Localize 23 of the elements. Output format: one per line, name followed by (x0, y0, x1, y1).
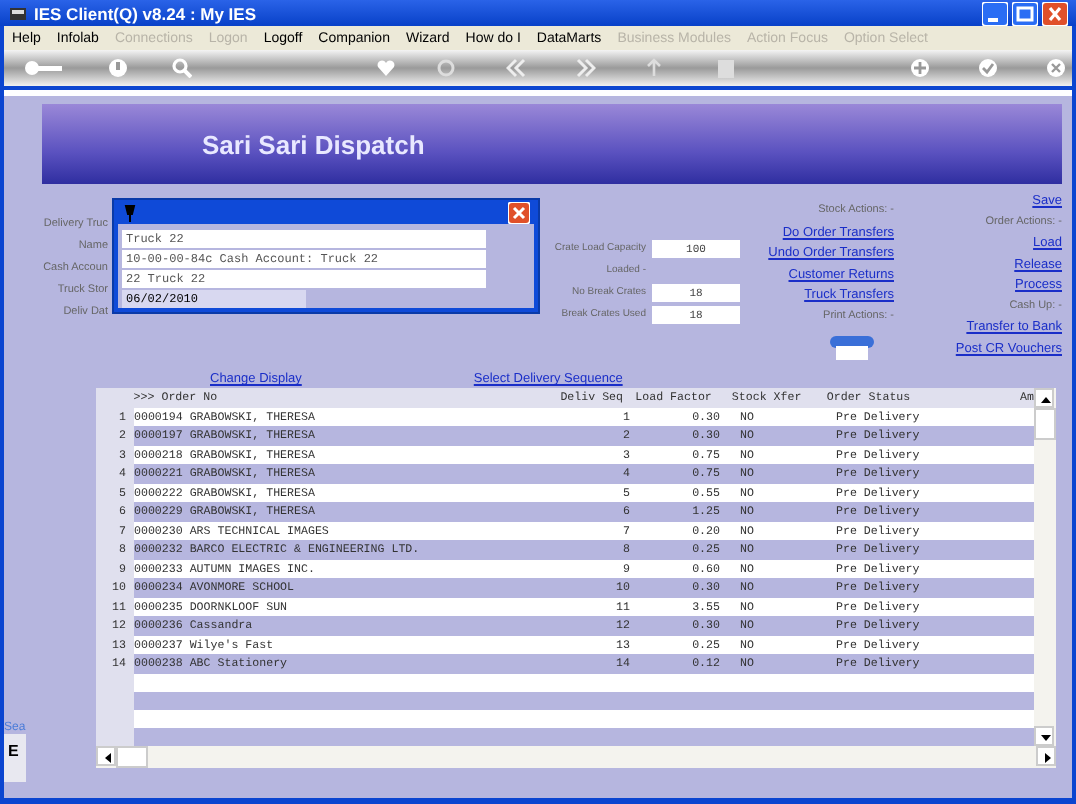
heart-icon[interactable] (376, 58, 396, 78)
close-button[interactable] (508, 201, 530, 223)
plus-icon[interactable] (910, 58, 930, 78)
fast-forward-icon[interactable] (576, 58, 596, 78)
printer-icon[interactable] (826, 332, 878, 360)
check-icon[interactable] (978, 58, 998, 78)
up-arrow-icon[interactable] (646, 58, 662, 78)
maximize-button[interactable] (1012, 1, 1038, 25)
page-title: Sari Sari Dispatch (202, 129, 425, 159)
key-icon[interactable] (24, 58, 64, 78)
horizontal-scrollbar[interactable] (96, 746, 1056, 768)
refresh-icon[interactable] (436, 58, 456, 78)
window-title: IES Client(Q) v8.24 : My IES (34, 3, 257, 23)
minimize-button[interactable] (982, 1, 1008, 25)
rewind-icon[interactable] (506, 58, 526, 78)
close-button[interactable] (1042, 1, 1068, 25)
search-icon[interactable] (172, 58, 192, 78)
app-icon (8, 3, 28, 23)
close-icon[interactable] (1046, 58, 1066, 78)
scroll-thumb[interactable] (1034, 408, 1056, 440)
vertical-scrollbar[interactable] (1034, 388, 1056, 746)
pin-icon (122, 203, 138, 221)
scroll-thumb[interactable] (116, 746, 148, 768)
